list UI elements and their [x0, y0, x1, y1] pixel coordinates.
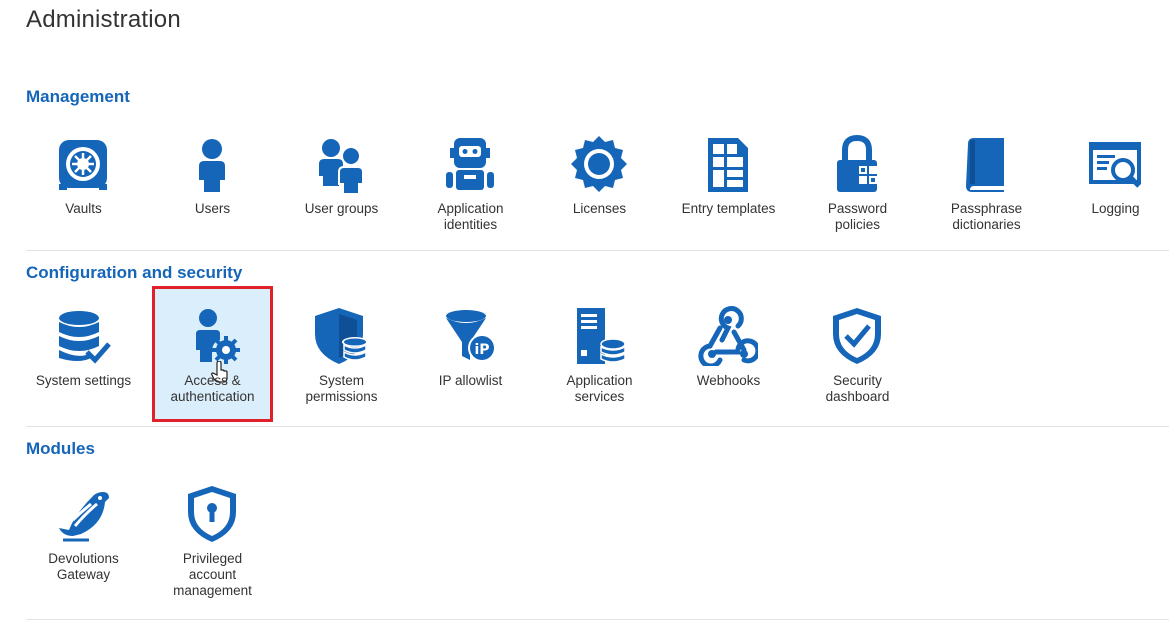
page-title: Administration: [26, 6, 181, 33]
tile-label: Security dashboard: [825, 373, 890, 404]
tile-label: Webhooks: [696, 373, 761, 388]
tile-label: Privileged account management: [173, 551, 252, 598]
tile-vaults[interactable]: Vaults: [19, 124, 148, 250]
shield-keyhole-icon: [182, 484, 242, 544]
section-divider: [26, 619, 1169, 620]
tile-label: Licenses: [572, 201, 627, 216]
tile-system-settings[interactable]: System settings: [19, 296, 148, 422]
tile-entry-templates[interactable]: Entry templates: [664, 124, 793, 250]
tile-label: Logging: [1091, 201, 1140, 216]
book-icon: [956, 134, 1016, 194]
entry-template-icon: [698, 134, 758, 194]
tile-security-dashboard[interactable]: Security dashboard: [793, 296, 922, 422]
tile-label: System settings: [35, 373, 132, 388]
section-title-configuration: Configuration and security: [26, 263, 243, 282]
ip-filter-icon: iP: [440, 306, 500, 366]
tile-user-groups[interactable]: User groups: [277, 124, 406, 250]
tile-logging[interactable]: Logging: [1051, 124, 1169, 250]
section-divider: [26, 426, 1169, 427]
robot-icon: [440, 134, 500, 194]
tile-label: Application services: [566, 373, 633, 404]
tile-system-permissions[interactable]: System permissions: [277, 296, 406, 422]
server-database-icon: [569, 306, 629, 366]
tile-privileged-account-management[interactable]: Privileged account management: [148, 474, 277, 614]
tile-users[interactable]: Users: [148, 124, 277, 250]
section-title-modules: Modules: [26, 439, 95, 458]
tile-application-services[interactable]: Application services: [535, 296, 664, 422]
webhook-icon: [698, 306, 758, 366]
license-badge-icon: [569, 134, 629, 194]
section-title-management: Management: [26, 87, 130, 106]
tile-application-identities[interactable]: Application identities: [406, 124, 535, 250]
tile-label: Users: [194, 201, 231, 216]
tile-webhooks[interactable]: Webhooks: [664, 296, 793, 422]
tile-label: Entry templates: [681, 201, 776, 216]
tile-access-authentication[interactable]: Access & authentication: [152, 286, 273, 422]
tile-label: Devolutions Gateway: [48, 551, 119, 582]
user-icon: [182, 134, 242, 194]
tile-label: Vaults: [65, 201, 102, 216]
shield-check-icon: [827, 306, 887, 366]
tile-label: System permissions: [305, 373, 378, 404]
tile-label: Passphrase dictionaries: [950, 201, 1023, 232]
tile-licenses[interactable]: Licenses: [535, 124, 664, 250]
tile-label: IP allowlist: [438, 373, 503, 388]
svg-text:iP: iP: [474, 342, 489, 358]
shield-database-icon: [311, 306, 371, 366]
vault-icon: [53, 134, 113, 194]
tile-ip-allowlist[interactable]: iP IP allowlist: [406, 296, 535, 422]
gateway-bird-icon: [53, 484, 113, 544]
tile-password-policies[interactable]: Password policies: [793, 124, 922, 250]
tile-passphrase-dictionaries[interactable]: Passphrase dictionaries: [922, 124, 1051, 250]
user-gear-icon: [182, 306, 242, 366]
user-groups-icon: [311, 134, 371, 194]
lock-policy-icon: [827, 134, 887, 194]
tile-label: Access & authentication: [170, 373, 255, 404]
tile-label: User groups: [304, 201, 379, 216]
tile-devolutions-gateway[interactable]: Devolutions Gateway: [19, 474, 148, 614]
log-search-icon: [1085, 134, 1145, 194]
database-check-icon: [53, 306, 113, 366]
section-divider: [26, 250, 1169, 251]
tile-label: Application identities: [437, 201, 504, 232]
tile-label: Password policies: [827, 201, 888, 232]
